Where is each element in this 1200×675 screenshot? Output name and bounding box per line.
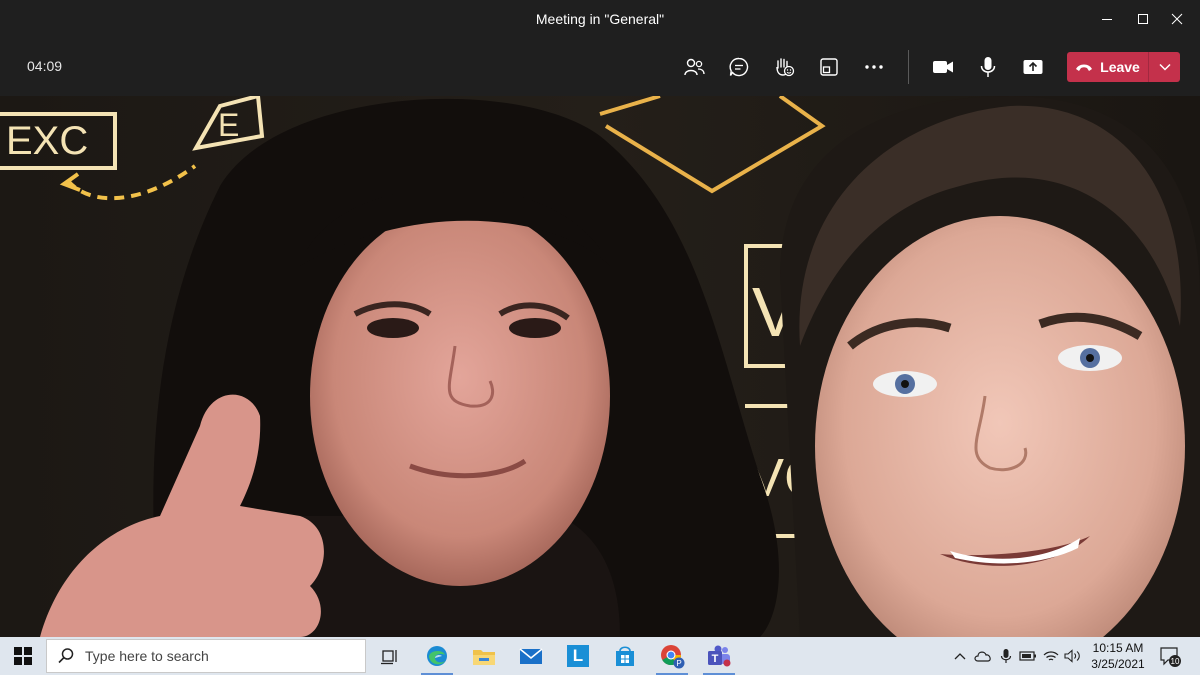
meeting-toolbar: 04:09 Leave <box>0 38 1200 96</box>
close-button[interactable] <box>1154 0 1200 38</box>
wifi-icon <box>1043 651 1059 661</box>
taskbar: Type here to search L P T 10:15 AM 3/25/… <box>0 637 1200 675</box>
neon-sign-text-1: EXC <box>6 119 88 163</box>
taskbar-app-chrome[interactable]: P <box>650 637 694 675</box>
taskbar-app-store[interactable] <box>603 637 647 675</box>
leave-options-button[interactable] <box>1149 52 1180 82</box>
search-placeholder: Type here to search <box>85 648 209 664</box>
share-icon <box>1023 60 1043 74</box>
battery-button[interactable] <box>1018 637 1038 675</box>
task-view-button[interactable] <box>368 637 412 675</box>
store-icon <box>616 646 634 666</box>
network-button[interactable] <box>1041 637 1061 675</box>
video-stage: EXC E V VC <box>0 96 1200 637</box>
svg-text:T: T <box>712 653 719 665</box>
hang-up-icon <box>1076 64 1093 71</box>
notification-icon: 10 <box>1160 647 1181 667</box>
taskbar-app-edge[interactable] <box>415 637 459 675</box>
leave-control: Leave <box>1067 52 1180 82</box>
microphone-tray-icon <box>1000 649 1012 663</box>
share-screen-button[interactable] <box>1017 51 1049 83</box>
more-icon <box>865 65 883 69</box>
people-icon <box>684 58 705 76</box>
mail-icon <box>519 648 543 664</box>
raise-hand-button[interactable] <box>768 51 800 83</box>
task-view-icon <box>381 650 397 665</box>
meeting-timer: 04:09 <box>27 58 63 74</box>
breakout-rooms-button[interactable] <box>813 51 845 83</box>
title-bar: Meeting in "General" <box>0 0 1200 38</box>
taskbar-app-lexicon[interactable]: L <box>556 637 600 675</box>
clock-date: 3/25/2021 <box>1091 657 1145 671</box>
show-hidden-icons-button[interactable] <box>950 637 970 675</box>
leave-button[interactable]: Leave <box>1067 52 1148 82</box>
chevron-down-icon <box>1158 63 1171 71</box>
camera-button[interactable] <box>927 51 959 83</box>
taskbar-search-box[interactable]: Type here to search <box>46 639 366 673</box>
microphone-icon <box>980 57 996 77</box>
chrome-profile-letter: P <box>676 659 681 668</box>
teams-icon: T <box>708 645 731 667</box>
participants-button[interactable] <box>678 51 710 83</box>
folder-icon <box>473 650 495 665</box>
microphone-in-use-button[interactable] <box>996 637 1016 675</box>
participants-video: EXC E V VC <box>0 96 1200 637</box>
cloud-icon <box>974 651 991 662</box>
volume-button[interactable] <box>1063 637 1083 675</box>
notification-count: 10 <box>1171 657 1180 666</box>
raise-hand-icon <box>776 58 795 77</box>
close-icon <box>1171 13 1183 25</box>
more-actions-button[interactable] <box>858 51 890 83</box>
taskbar-app-file-explorer[interactable] <box>462 637 506 675</box>
lexicon-app-icon: L <box>567 645 589 667</box>
chat-button[interactable] <box>723 51 755 83</box>
participant-man <box>780 96 1200 637</box>
clock-time: 10:15 AM <box>1092 641 1144 655</box>
taskbar-app-teams[interactable]: T <box>697 637 741 675</box>
taskbar-clock[interactable]: 10:15 AM 3/25/2021 <box>1086 640 1150 672</box>
action-center-button[interactable]: 10 <box>1155 637 1185 675</box>
rooms-icon <box>820 58 838 76</box>
edge-browser-icon <box>427 646 447 666</box>
chrome-icon: P <box>661 645 685 669</box>
minimize-icon <box>1102 19 1112 20</box>
toolbar-divider <box>908 50 909 84</box>
chevron-up-icon <box>954 653 966 660</box>
microphone-button[interactable] <box>972 51 1004 83</box>
battery-icon <box>1019 651 1036 661</box>
window-title: Meeting in "General" <box>535 11 665 27</box>
windows-logo-icon <box>14 647 32 665</box>
search-icon <box>58 648 74 664</box>
maximize-icon <box>1138 14 1148 24</box>
start-button[interactable] <box>0 637 46 675</box>
camera-icon <box>933 61 953 73</box>
chat-icon <box>729 57 749 77</box>
leave-label: Leave <box>1100 59 1140 75</box>
onedrive-button[interactable] <box>972 637 994 675</box>
speaker-icon <box>1064 649 1080 663</box>
neon-sign-text-2: E <box>218 107 239 143</box>
taskbar-app-mail[interactable] <box>509 637 553 675</box>
